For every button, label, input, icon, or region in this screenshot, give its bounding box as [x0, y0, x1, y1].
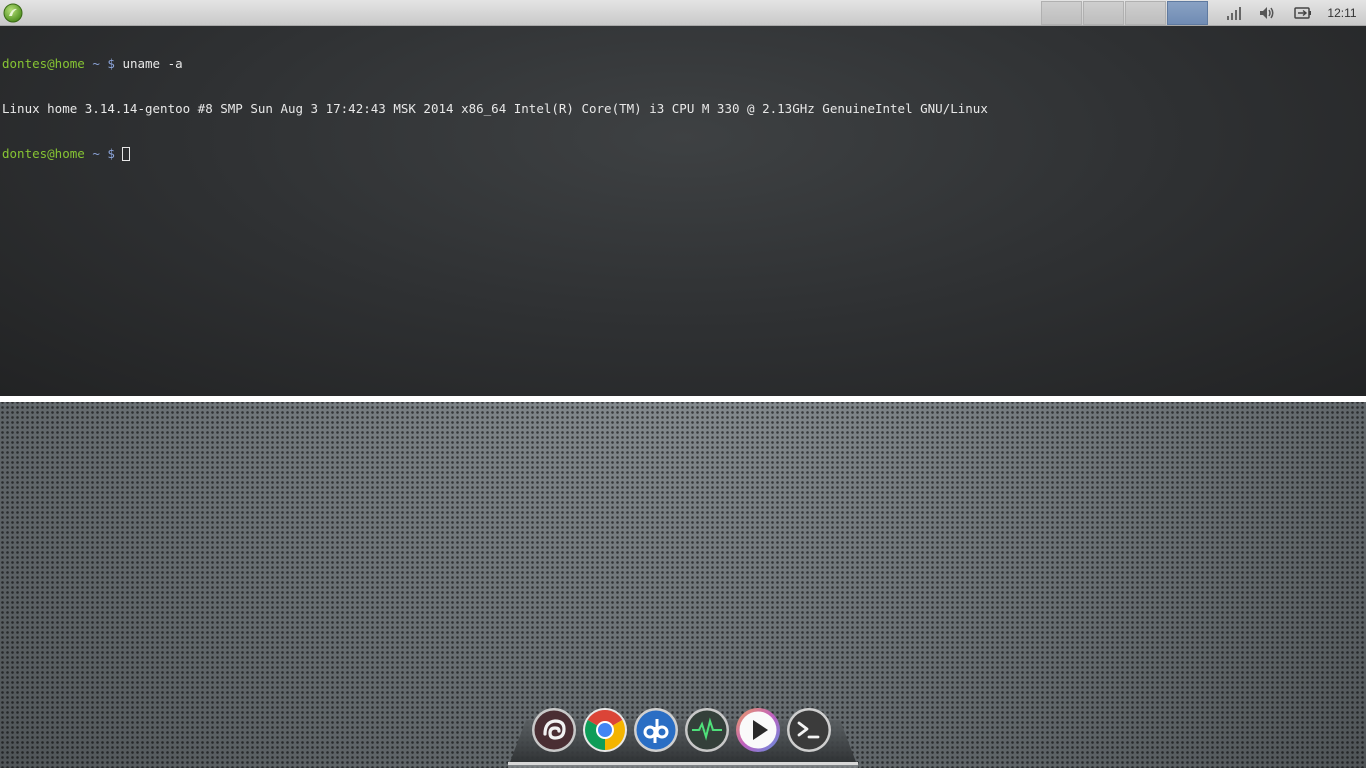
prompt-symbol: $ [107, 56, 115, 71]
workspace-3[interactable] [1125, 1, 1166, 25]
prompt-user: dontes@home [2, 146, 85, 161]
application-menu-icon[interactable] [3, 3, 23, 23]
terminal-line: Linux home 3.14.14-gentoo #8 SMP Sun Aug… [2, 101, 988, 116]
workspace-2[interactable] [1083, 1, 1124, 25]
workspace-switcher [1041, 1, 1209, 25]
prompt-path: ~ [92, 146, 100, 161]
terminal-window[interactable]: dontes@home ~ $ uname -a Linux home 3.14… [0, 26, 1366, 396]
prompt-path: ~ [92, 56, 100, 71]
terminal-line: dontes@home ~ $ [2, 146, 988, 161]
system-monitor-icon[interactable] [684, 707, 730, 753]
terminal-cursor [122, 147, 131, 161]
terminal-output: dontes@home ~ $ uname -a Linux home 3.14… [2, 26, 988, 191]
qbittorrent-icon[interactable] [633, 707, 679, 753]
volume-icon[interactable] [1258, 4, 1276, 22]
battery-icon[interactable] [1294, 4, 1312, 22]
network-signal-icon[interactable] [1225, 4, 1243, 22]
pidgin-icon[interactable] [531, 707, 577, 753]
workspace-4[interactable] [1167, 1, 1208, 25]
top-panel: 12:11 [0, 0, 1366, 26]
prompt-symbol: $ [107, 146, 115, 161]
terminal-icon[interactable] [786, 707, 832, 753]
dock [531, 707, 837, 753]
command-text: uname -a [122, 56, 183, 71]
media-player-icon[interactable] [735, 707, 781, 753]
chrome-icon[interactable] [582, 707, 628, 753]
terminal-border [0, 396, 1366, 402]
workspace-1[interactable] [1041, 1, 1082, 25]
command-output: Linux home 3.14.14-gentoo #8 SMP Sun Aug… [2, 101, 988, 116]
prompt-user: dontes@home [2, 56, 85, 71]
terminal-line: dontes@home ~ $ uname -a [2, 56, 988, 71]
clock[interactable]: 12:11 [1322, 0, 1362, 26]
